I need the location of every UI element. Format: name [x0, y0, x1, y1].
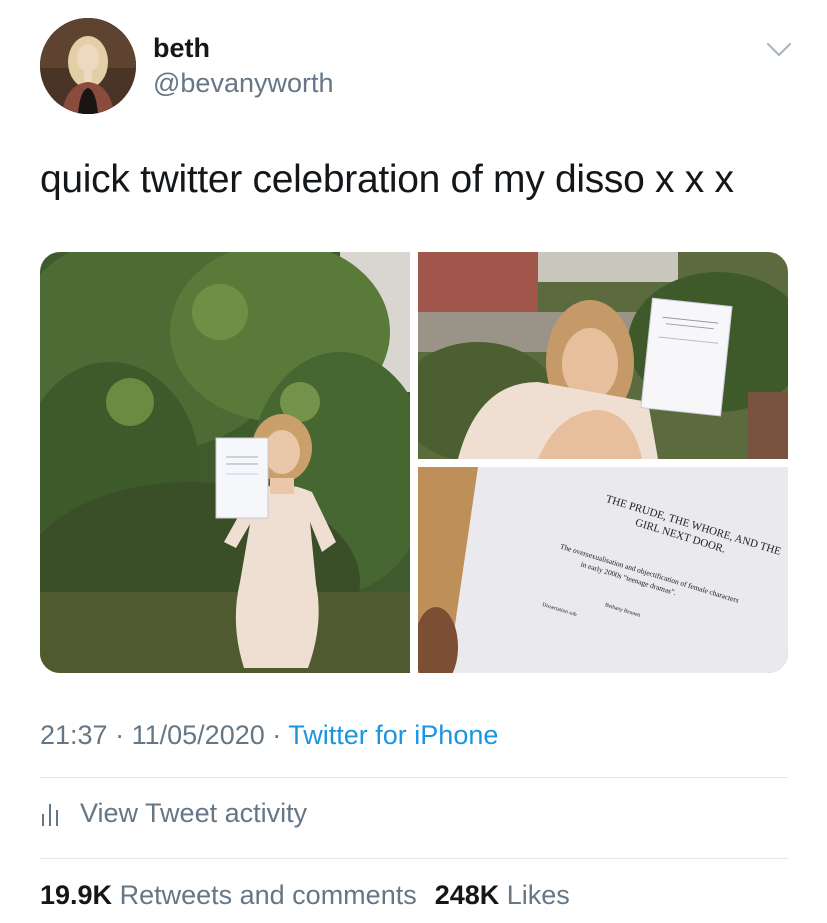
photo-2[interactable]	[418, 252, 788, 459]
tweet-detail: beth @bevanyworth quick twitter celebrat…	[0, 0, 827, 923]
avatar[interactable]	[40, 18, 136, 114]
meta-separator: ·	[115, 720, 125, 750]
photo-closeup-document	[418, 252, 788, 459]
media-grid: THE PRUDE, THE WHORE, AND THE GIRL NEXT …	[40, 252, 788, 673]
avatar-image	[40, 18, 136, 114]
retweets-count: 19.9K	[40, 880, 113, 910]
photo-document-cover: THE PRUDE, THE WHORE, AND THE GIRL NEXT …	[418, 467, 788, 673]
view-tweet-activity-button[interactable]: View Tweet activity	[40, 798, 307, 829]
tweet-source-link[interactable]: Twitter for iPhone	[288, 720, 498, 750]
likes-label: Likes	[506, 880, 570, 910]
photo-garden-standing	[40, 252, 410, 673]
display-name[interactable]: beth	[153, 33, 210, 64]
view-tweet-activity-label: View Tweet activity	[80, 798, 308, 828]
chevron-down-icon[interactable]	[764, 38, 794, 60]
user-handle[interactable]: @bevanyworth	[153, 68, 334, 99]
likes-count: 248K	[434, 880, 500, 910]
divider	[40, 777, 788, 778]
retweets-stat[interactable]: 19.9K Retweets and comments	[40, 880, 417, 910]
tweet-stats: 19.9K Retweets and comments 248K Likes	[40, 880, 570, 911]
photo-3[interactable]: THE PRUDE, THE WHORE, AND THE GIRL NEXT …	[418, 467, 788, 673]
photo-1[interactable]	[40, 252, 410, 673]
tweet-text: quick twitter celebration of my disso x …	[40, 158, 734, 201]
divider	[40, 858, 788, 859]
tweet-time: 21:37	[40, 720, 108, 750]
likes-stat[interactable]: 248K Likes	[435, 880, 570, 910]
tweet-date: 11/05/2020	[131, 720, 265, 750]
meta-separator: ·	[272, 720, 282, 750]
tweet-timestamp: 21:37 · 11/05/2020 · Twitter for iPhone	[40, 720, 498, 751]
analytics-icon	[42, 803, 58, 826]
retweets-label: Retweets and comments	[119, 880, 417, 910]
